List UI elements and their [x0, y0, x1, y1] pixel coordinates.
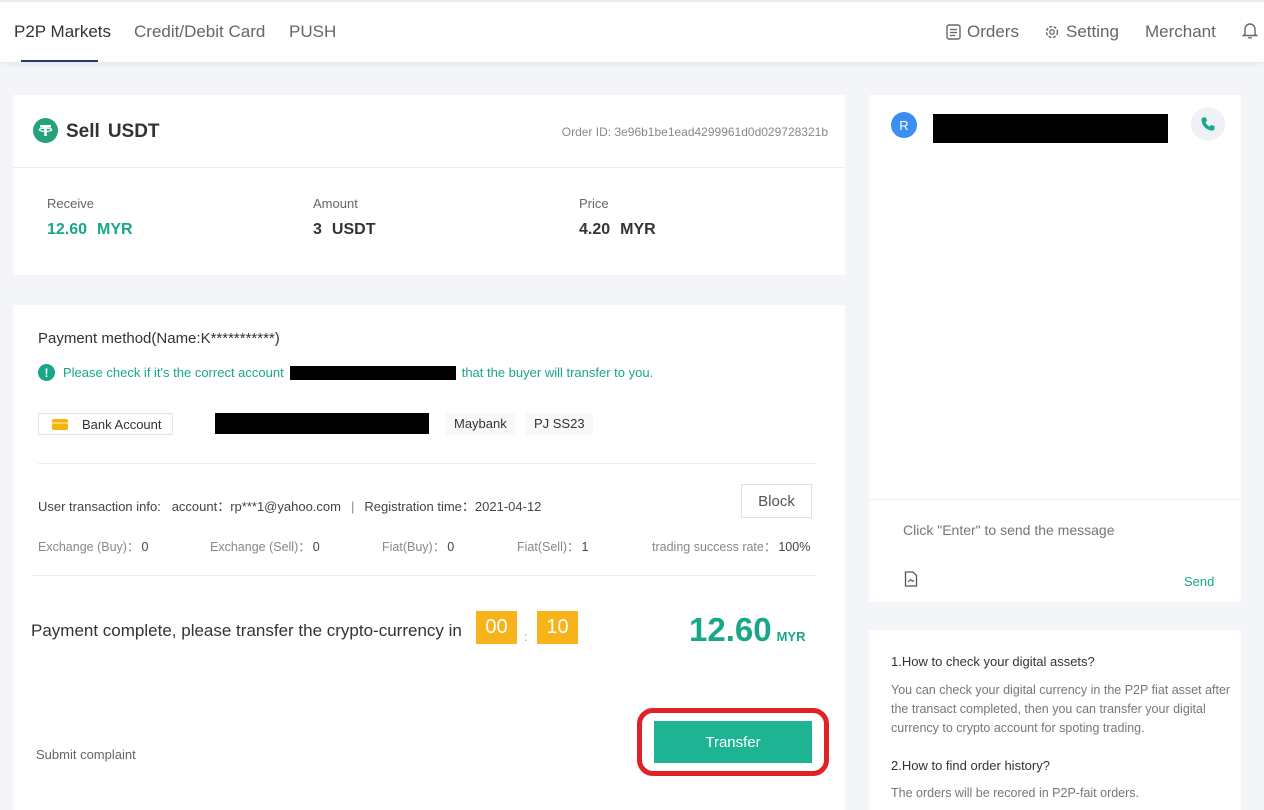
user-transaction-info: User transaction info: account：rp***1@ya… [38, 499, 542, 514]
order-summary-card: Sell USDT Order ID: 3e96b1be1ead4299961d0… [13, 95, 845, 275]
orders-link[interactable]: Orders [946, 22, 1019, 42]
redacted-counterparty-name [933, 114, 1168, 143]
bank-name: Maybank [446, 413, 515, 435]
top-nav: P2P Markets Credit/Debit Card PUSH Order… [0, 0, 1264, 62]
order-side: Sell [66, 121, 100, 142]
faq-answer: The orders will be recored in P2P-fait o… [891, 786, 1140, 800]
transfer-highlight: Transfer [637, 708, 829, 776]
redacted-account-name [289, 365, 456, 380]
orders-icon [946, 24, 961, 40]
total-unit: MYR [776, 629, 806, 644]
merchant-label: Merchant [1145, 22, 1216, 41]
chat-panel: R Send [869, 95, 1241, 602]
amount-label: Amount [313, 196, 358, 211]
timer-seconds: 10 [537, 611, 578, 644]
active-tab-underline [21, 60, 98, 62]
send-button[interactable]: Send [1184, 574, 1214, 589]
faq-question: 2.How to find order history? [891, 758, 1050, 773]
faq-panel: 1.How to check your digital assets? You … [869, 630, 1241, 810]
divider [38, 463, 816, 464]
chat-divider [869, 499, 1241, 500]
tab-credit-debit-card[interactable]: Credit/Debit Card [134, 22, 265, 42]
payment-method-title: Payment method(Name:K***********) [38, 330, 280, 347]
attach-file-button[interactable] [904, 571, 918, 592]
price-metric: Price 4.20 MYR [579, 196, 656, 239]
avatar: R [891, 112, 917, 138]
bank-account-tag: Bank Account [38, 413, 173, 435]
price-unit: MYR [620, 221, 656, 238]
faq-answer: You can check your digital currency in t… [891, 683, 1231, 735]
timer-separator: : [524, 630, 528, 644]
receive-value: 12.60 [47, 221, 88, 238]
setting-label: Setting [1066, 22, 1119, 41]
gear-icon [1045, 25, 1059, 39]
phone-icon [1201, 117, 1215, 131]
order-asset: USDT [107, 121, 160, 142]
receive-unit: MYR [97, 221, 133, 238]
receive-label: Receive [47, 196, 94, 211]
payment-complete-text: Payment complete, please transfer the cr… [31, 621, 462, 640]
price-value: 4.20 [579, 221, 611, 238]
message-input[interactable] [903, 522, 1203, 538]
exclamation-icon: ! [38, 364, 55, 381]
divider [31, 575, 816, 576]
call-button[interactable] [1191, 107, 1225, 141]
stat-fiat-sell: Fiat(Sell)： 1 [517, 540, 589, 554]
order-title: Sell USDT [66, 121, 168, 143]
bell-icon [1242, 23, 1258, 39]
orders-label: Orders [967, 22, 1019, 41]
file-icon [904, 571, 918, 587]
stat-fiat-buy: Fiat(Buy)： 0 [382, 540, 455, 554]
price-label: Price [579, 196, 609, 211]
total-value: 12.60 [689, 611, 772, 648]
redacted-account-number [215, 413, 429, 434]
notification-button[interactable] [1242, 22, 1258, 39]
total-amount: 12.60 MYR [689, 611, 805, 649]
bank-account-label: Bank Account [82, 416, 162, 432]
merchant-link[interactable]: Merchant [1145, 22, 1216, 42]
timer-minutes: 00 [476, 611, 517, 644]
account-notice: ! Please check if it's the correct accou… [38, 364, 653, 381]
bank-branch: PJ SS23 [526, 413, 593, 435]
notice-text-end: that the buyer will transfer to you. [461, 365, 654, 380]
payment-card: Payment method(Name:K***********) ! Plea… [13, 305, 845, 810]
tab-push[interactable]: PUSH [289, 22, 336, 42]
faq-question: 1.How to check your digital assets? [891, 654, 1095, 669]
setting-link[interactable]: Setting [1044, 22, 1119, 42]
order-header: Sell USDT Order ID: 3e96b1be1ead4299961d0… [13, 95, 845, 168]
block-button[interactable]: Block [741, 484, 812, 518]
user-account: account：rp***1@yahoo.com [171, 499, 341, 514]
receive-metric: Receive 12.60 MYR [47, 196, 133, 239]
tab-p2p-markets[interactable]: P2P Markets [14, 22, 111, 42]
amount-metric: Amount 3 USDT [313, 196, 375, 239]
order-id: Order ID: 3e96b1be1ead4299961d0d02972832… [561, 125, 828, 139]
amount-unit: USDT [331, 221, 376, 238]
tether-icon [33, 118, 58, 143]
notice-text-start: Please check if it's the correct account [63, 365, 284, 380]
bank-card-icon [52, 418, 68, 430]
stat-exchange-buy: Exchange (Buy)： 0 [38, 540, 149, 554]
user-info-label: User transaction info: [38, 499, 161, 514]
registration-time: Registration time：2021-04-12 [364, 499, 542, 514]
transfer-button[interactable]: Transfer [654, 721, 812, 763]
stat-success-rate: trading success rate： 100% [652, 540, 811, 554]
submit-complaint-link[interactable]: Submit complaint [36, 747, 136, 762]
stat-exchange-sell: Exchange (Sell)： 0 [210, 540, 320, 554]
amount-value: 3 [313, 221, 322, 238]
